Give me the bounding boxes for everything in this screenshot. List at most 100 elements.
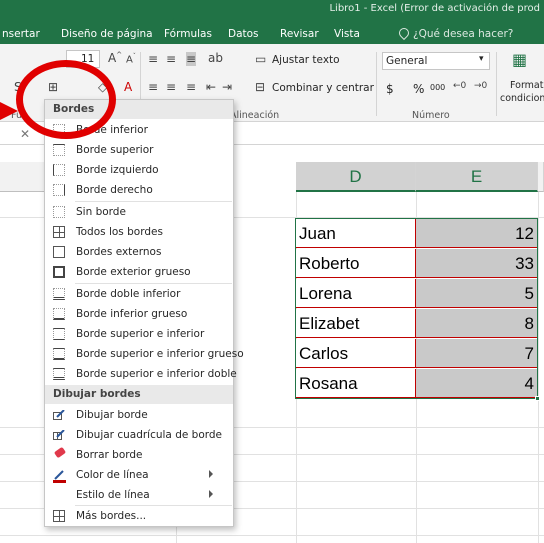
menu-item-label: Borrar borde [76,449,143,461]
align-left-icon[interactable]: ≡ [148,80,158,94]
tell-me-box[interactable]: ¿Qué desea hacer? [396,25,513,41]
menu-item-left-border[interactable]: Borde izquierdo [45,160,233,180]
menu-item-top-bottom-border[interactable]: Borde superior e inferior [45,324,233,344]
thousands-button[interactable]: 000 [430,83,445,92]
orientation-icon[interactable]: ab [208,51,223,65]
thick-bottom-border-icon [53,308,65,320]
menu-item-all-borders[interactable]: Todos los bordes [45,222,233,242]
cell-value[interactable]: 33 [416,249,537,278]
menu-item-thick-bottom-border[interactable]: Borde inferior grueso [45,304,233,324]
increase-decimal-icon[interactable]: ←0 [453,81,466,91]
data-range[interactable]: Juan 12 Roberto 33 Lorena 5 Elizabet 8 C… [295,218,538,399]
menu-item-label: Borde superior e inferior [76,328,205,340]
table-row[interactable]: Elizabet 8 [296,309,537,338]
tab-review[interactable]: Revisar [280,28,319,40]
tab-formulas[interactable]: Fórmulas [164,28,212,40]
align-right-icon[interactable]: ≡ [186,80,196,94]
menu-item-erase-border[interactable]: Borrar borde [45,445,233,465]
table-row[interactable]: Carlos 7 [296,339,537,368]
outside-borders-icon [53,246,65,258]
menu-item-top-border[interactable]: Borde superior [45,140,233,160]
cell-name[interactable]: Roberto [296,249,416,278]
menu-item-label: Dibujar cuadrícula de borde [76,429,223,441]
top-thick-bottom-border-icon [53,348,65,360]
decrease-decimal-icon[interactable]: →0 [474,81,487,91]
cell-name[interactable]: Rosana [296,369,416,398]
cell-name[interactable]: Carlos [296,339,416,368]
menu-item-label: Más bordes... [76,510,147,522]
conditional-format-label-1[interactable]: Format [510,80,543,91]
tab-page-layout[interactable]: Diseño de página [61,28,153,40]
cancel-icon[interactable]: ✕ [20,127,30,141]
cell-value[interactable]: 7 [416,339,537,368]
align-top-icon[interactable]: ≡ [148,52,158,66]
cell-name[interactable]: Elizabet [296,309,416,338]
thick-outside-border-icon [53,266,65,278]
grid-line [0,535,544,536]
percent-button[interactable]: % [413,82,424,96]
tab-insert[interactable]: nsertar [2,28,40,40]
menu-item-draw-border[interactable]: Dibujar borde [45,405,233,425]
border-right-icon [53,184,65,196]
erase-border-icon [53,446,67,459]
chevron-right-icon [209,490,213,498]
menu-item-label: Dibujar borde [76,409,148,421]
currency-button[interactable]: $ [386,82,394,96]
decrease-indent-icon[interactable]: ⇤ [206,80,216,94]
menu-item-thick-outside-border[interactable]: Borde exterior grueso [45,262,233,282]
tab-view[interactable]: Vista [334,28,360,40]
column-header-f[interactable] [538,162,544,192]
all-borders-icon [53,226,65,238]
increase-indent-icon[interactable]: ⇥ [222,80,232,94]
menu-item-line-style[interactable]: Estilo de línea [45,485,233,505]
menu-item-no-border[interactable]: Sin borde [45,202,233,222]
ribbon-separator [496,52,497,116]
merge-center-button[interactable]: Combinar y centrar [272,82,374,94]
borders-menu: Bordes Borde inferior Borde superior Bor… [44,99,244,527]
top-bottom-border-icon [53,328,65,340]
menu-item-line-color[interactable]: Color de línea [45,465,233,485]
number-group-label: Número [412,110,450,121]
table-row[interactable]: Lorena 5 [296,279,537,308]
align-bottom-icon[interactable]: ≡ [186,52,197,66]
menu-item-label: Color de línea [76,469,149,481]
window-title: Libro1 - Excel (Error de activación de p… [329,3,540,14]
conditional-format-label-2[interactable]: condicion [500,93,544,104]
cell-value[interactable]: 5 [416,279,537,308]
menu-item-more-borders[interactable]: Más bordes... [45,506,233,526]
fill-handle[interactable] [535,396,540,401]
table-row[interactable]: Juan 12 [296,219,537,248]
menu-item-top-thick-bottom-border[interactable]: Borde superior e inferior grueso [45,344,244,364]
column-header-e[interactable]: E [416,162,538,192]
menu-item-top-double-bottom-border[interactable]: Borde superior e inferior doble [45,364,237,384]
wrap-text-button[interactable]: Ajustar texto [272,54,340,66]
top-double-bottom-border-icon [53,368,65,380]
font-color-icon[interactable]: A [124,80,132,94]
align-middle-icon[interactable]: ≡ [166,52,176,66]
merge-center-icon: ⊟ [255,80,266,94]
cell-value[interactable]: 4 [416,369,537,398]
menu-item-outside-borders[interactable]: Bordes externos [45,242,233,262]
column-header-d[interactable]: D [296,162,416,192]
align-center-icon[interactable]: ≡ [166,80,176,94]
table-row[interactable]: Rosana 4 [296,369,537,398]
table-row[interactable]: Roberto 33 [296,249,537,278]
conditional-format-icon[interactable]: ▦ [512,50,527,69]
menu-item-double-bottom-border[interactable]: Borde doble inferior [45,284,233,304]
chevron-right-icon [209,470,213,478]
menu-item-right-border[interactable]: Borde derecho [45,180,233,200]
line-color-swatch [53,480,66,483]
cell-name[interactable]: Lorena [296,279,416,308]
cell-value[interactable]: 12 [416,219,537,248]
cell-name[interactable]: Juan [296,219,416,248]
number-format-select[interactable]: General ▾ [382,52,490,70]
annotation-arrow [0,102,18,120]
decrease-font-icon[interactable]: Aˇ [126,53,136,65]
menu-header-draw-borders: Dibujar bordes [45,385,233,404]
wrap-text-icon: ▭ [255,52,267,66]
menu-item-draw-border-grid[interactable]: Dibujar cuadrícula de borde [45,425,233,445]
tab-data[interactable]: Datos [228,28,259,40]
increase-font-icon[interactable]: A^ [108,51,122,65]
cell-value[interactable]: 8 [416,309,537,338]
draw-border-grid-icon [53,430,65,440]
